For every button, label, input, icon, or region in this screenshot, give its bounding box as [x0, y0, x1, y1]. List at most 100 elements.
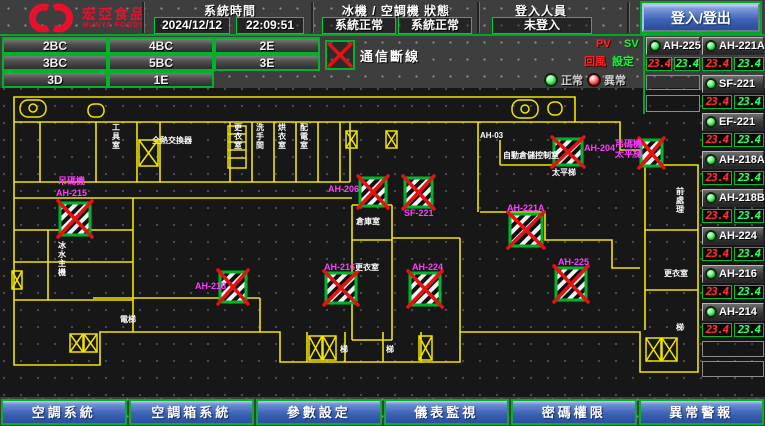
unit-values-SF-221: 23.423.4	[702, 95, 764, 109]
unit-pv-value: 23.4	[702, 209, 732, 223]
legend-abnormal: 異常	[587, 72, 626, 92]
header-separator	[311, 2, 314, 33]
unit-status-lamp	[705, 78, 717, 90]
room-label: 洗手間	[256, 122, 264, 150]
ahu-marker-label: AH-218	[195, 281, 226, 291]
floor-button-1e[interactable]: 1E	[108, 71, 214, 88]
room-label: 更衣室	[234, 122, 243, 150]
unit-sv-value: 23.4	[674, 57, 700, 71]
ahu-marker[interactable]: AH-224	[408, 262, 443, 307]
unit-status-lamp	[705, 230, 717, 242]
sv-name-header: 設定	[612, 53, 634, 69]
ahu-marker-label: 吊碼機	[58, 175, 85, 186]
ahu-marker-label: AH-221A	[507, 203, 545, 213]
unit-pv-value: 23.4	[702, 247, 732, 261]
room-label: 更衣室	[355, 262, 379, 272]
unit-button-SF-221[interactable]: SF-221	[702, 75, 764, 93]
room-label: 自動倉儲控制室	[503, 150, 559, 160]
unit-sv-value: 23.4	[734, 209, 764, 223]
unit-button-AH-214[interactable]: AH-214	[702, 303, 764, 321]
unit-values-AH-218A: 23.423.4	[702, 171, 764, 185]
value-column-headers: PV SV 回風 設定	[582, 38, 642, 68]
unit-pv-value: 23.4	[702, 133, 732, 147]
login-status-value: 未登入	[492, 17, 592, 34]
unit-sv-value: 23.4	[734, 133, 764, 147]
unit-name: AH-218A	[719, 154, 765, 166]
nav-alarm[interactable]: 異常警報	[639, 399, 765, 425]
nav-param-settings[interactable]: 參數設定	[256, 399, 382, 425]
unit-pv-value: 23.4	[702, 285, 732, 299]
room-label: 冰水主機	[57, 240, 67, 277]
ahu-marker-label: AH-206	[328, 184, 359, 194]
ahu-marker-label: AH-215	[56, 188, 87, 198]
room-label: 烘衣室	[278, 122, 286, 150]
floor-button-5bc[interactable]: 5BC	[108, 54, 214, 71]
unit-status-panel: AH-22523.423.4AH-221A23.423.4SF-22123.42…	[645, 36, 765, 398]
header-separator	[142, 2, 145, 33]
normal-label: 正常	[561, 75, 583, 87]
room-label: 梯	[386, 344, 394, 354]
unit-pv-value: 23.4	[702, 95, 732, 109]
unit-name: EF-221	[719, 116, 755, 128]
unit-button-AH-218A[interactable]: AH-218A	[702, 151, 764, 169]
unit-values-AH-218B: 23.423.4	[702, 209, 764, 223]
unit-button-EF-221[interactable]: EF-221	[702, 113, 764, 131]
unit-sv-value: 23.4	[734, 95, 764, 109]
unit-values-AH-214: 23.423.4	[702, 323, 764, 337]
room-label: 配電室	[300, 123, 308, 150]
ahu-marker[interactable]: AH-216	[324, 262, 358, 305]
nav-ac-system[interactable]: 空調系統	[1, 399, 127, 425]
ahu-marker[interactable]: SF-221	[403, 176, 434, 218]
unit-status-lamp	[705, 268, 717, 280]
floor-button-3e[interactable]: 3E	[214, 54, 320, 71]
room-label: 倉庫室	[355, 216, 380, 226]
room-label: AH-03	[480, 131, 504, 140]
chiller-status-value: 系統正常	[322, 17, 396, 34]
company-logo-icon	[26, 2, 76, 34]
nav-password-auth[interactable]: 密碼權限	[511, 399, 637, 425]
floor-button-3bc[interactable]: 3BC	[2, 54, 108, 71]
unit-pv-value: 23.4	[646, 57, 672, 71]
unit-status-lamp	[705, 40, 717, 52]
unit-button-AH-224[interactable]: AH-224	[702, 227, 764, 245]
ahu-marker-label: 吊碼機	[615, 138, 642, 149]
floor-button-3d[interactable]: 3D	[2, 71, 108, 88]
unit-button-AH-225[interactable]: AH-225	[646, 37, 700, 55]
empty-slot	[646, 75, 700, 90]
header-bar: 宏亞食品 HUNYA FOODS 系統時間 2024/12/12 22:09:5…	[0, 0, 765, 36]
system-clock-value: 22:09:51	[236, 17, 304, 34]
unit-values-EF-221: 23.423.4	[702, 133, 764, 147]
unit-status-lamp	[705, 116, 717, 128]
unit-values-AH-225: 23.423.4	[646, 57, 700, 71]
unit-status-lamp	[705, 306, 717, 318]
floor-select-grid: 2BC4BC2E 3BC5BC3E 3D1E	[2, 37, 320, 88]
comm-alarm-indicator	[325, 40, 355, 70]
abnormal-label: 異常	[604, 75, 626, 87]
unit-button-AH-216[interactable]: AH-216	[702, 265, 764, 283]
login-logout-button[interactable]: 登入/登出	[642, 3, 760, 32]
company-name-en: HUNYA FOODS	[83, 22, 145, 30]
unit-sv-value: 23.4	[734, 285, 764, 299]
unit-pv-value: 23.4	[702, 171, 732, 185]
header-separator	[477, 2, 480, 33]
company-name: 宏亞食品	[82, 7, 146, 21]
unit-values-AH-221A: 23.423.4	[702, 57, 764, 71]
floor-button-4bc[interactable]: 4BC	[108, 37, 214, 54]
legend-normal: 正常	[544, 72, 583, 92]
ahu-marker[interactable]: AH-221A	[507, 203, 545, 248]
room-label: 工具室	[112, 123, 120, 150]
unit-button-AH-218B[interactable]: AH-218B	[702, 189, 764, 207]
unit-sv-value: 23.4	[734, 171, 764, 185]
comm-alarm-label: 通信斷線	[360, 46, 420, 65]
unit-name: SF-221	[719, 78, 755, 90]
floor-button-2bc[interactable]: 2BC	[2, 37, 108, 54]
sv-header: SV	[624, 38, 639, 50]
room-label: 太平梯	[551, 167, 576, 177]
floor-button-2e[interactable]: 2E	[214, 37, 320, 54]
nav-meter-monitor[interactable]: 儀表監視	[384, 399, 510, 425]
red-x-icon	[327, 42, 353, 68]
nav-ahu-system[interactable]: 空調箱系統	[129, 399, 255, 425]
bottom-nav-bar: 空調系統空調箱系統參數設定儀表監視密碼權限異常警報	[0, 399, 765, 425]
unit-button-AH-221A[interactable]: AH-221A	[702, 37, 764, 55]
ahu-marker[interactable]: AH-225	[554, 257, 589, 302]
